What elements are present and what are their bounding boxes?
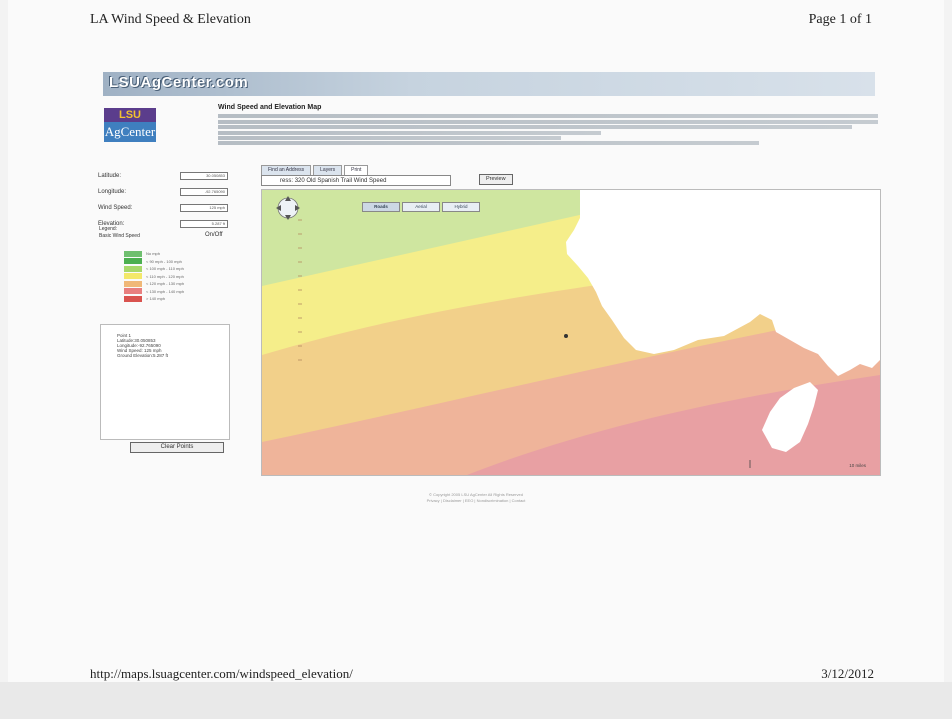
- longitude-label: Longitude:: [98, 189, 127, 195]
- nav-link[interactable]: [801, 79, 803, 85]
- latitude-label: Latitude:: [98, 173, 122, 179]
- intro-title: Wind Speed and Elevation Map: [218, 104, 322, 111]
- legend-toggle[interactable]: On/Off: [205, 232, 223, 238]
- site-banner: LSUAgCenter.com: [103, 72, 875, 96]
- legend-item: < 100 mph - 110 mph: [124, 265, 184, 273]
- point-info-line: Ground Elevation:5.287 ft: [117, 353, 169, 358]
- legend-label: > 140 mph: [146, 296, 166, 302]
- legend-item: < 110 mph - 120 mph: [124, 273, 184, 281]
- nav-link[interactable]: [832, 79, 834, 85]
- address-prefix: ress:: [280, 178, 294, 184]
- longitude-field[interactable]: -92.765090: [180, 188, 228, 196]
- legend-swatch: [124, 273, 142, 280]
- legend-label: < 130 mph - 140 mph: [146, 288, 185, 294]
- footer-links[interactable]: Privacy | Disclaimer | EEO | Nondiscrimi…: [0, 498, 952, 503]
- nav-link[interactable]: [848, 79, 850, 85]
- agcenter-logo-bottom: AgCenter: [104, 122, 156, 142]
- legend-label: < 90 mph - 100 mph: [146, 258, 182, 264]
- legend-item: < 90 mph - 100 mph: [124, 258, 184, 266]
- latitude-row: Latitude: 30.050853: [98, 168, 228, 184]
- legend-list: No mph < 90 mph - 100 mph < 100 mph - 110 …: [124, 250, 184, 303]
- nav-link[interactable]: [863, 79, 865, 85]
- map-type-hybrid[interactable]: Hybrid: [442, 202, 480, 212]
- legend-swatch: [124, 295, 142, 302]
- site-logo[interactable]: LSUAgCenter.com: [109, 74, 248, 91]
- legend-swatch: [124, 288, 142, 295]
- legend-title: Legend: Basic Wind Speed: [99, 226, 140, 240]
- address-value: 320 Old Spanish Trail Wind Speed: [294, 178, 387, 184]
- agcenter-logo-top: LSU: [104, 108, 156, 122]
- location-form: Latitude: 30.050853 Longitude: -92.76509…: [98, 168, 228, 232]
- map-type-roads[interactable]: Roads: [362, 202, 400, 212]
- legend-item: No mph: [124, 250, 184, 258]
- print-footer-url: http://maps.lsuagcenter.com/windspeed_el…: [90, 666, 353, 681]
- address-field[interactable]: ress: 320 Old Spanish Trail Wind Speed: [261, 175, 451, 186]
- map-type-buttons: Roads Aerial Hybrid: [362, 202, 480, 212]
- preview-button[interactable]: Preview: [479, 174, 513, 185]
- legend-title-line: Legend:: [99, 226, 118, 232]
- latitude-field[interactable]: 30.050853: [180, 172, 228, 180]
- site-nav: [801, 79, 865, 85]
- longitude-row: Longitude: -92.765090: [98, 184, 228, 200]
- legend-item: > 140 mph: [124, 295, 184, 303]
- legend-subtitle: Basic Wind Speed: [99, 233, 140, 239]
- nav-link[interactable]: [816, 79, 818, 85]
- print-footer-date: 3/12/2012: [821, 666, 874, 681]
- wind-zone-map[interactable]: Roads Aerial Hybrid 10 miles: [261, 189, 881, 476]
- location-marker[interactable]: [564, 334, 568, 338]
- scale-label: 10 miles: [849, 463, 866, 468]
- copyright-line: © Copyright 2005 LSU AgCenter All Rights…: [429, 492, 523, 497]
- wind-speed-field[interactable]: 125 mph: [180, 204, 228, 212]
- map-type-aerial[interactable]: Aerial: [402, 202, 440, 212]
- wind-speed-row: Wind Speed: 125 mph: [98, 200, 228, 216]
- agcenter-logo: LSU AgCenter: [104, 108, 156, 142]
- legend-label: < 100 mph - 110 mph: [146, 266, 184, 272]
- legend-label: No mph: [146, 251, 161, 257]
- legend-item: < 130 mph - 140 mph: [124, 288, 184, 296]
- print-header-title: LA Wind Speed & Elevation: [90, 12, 251, 27]
- clear-points-button[interactable]: Clear Points: [130, 442, 224, 453]
- legend-label: < 110 mph - 120 mph: [146, 273, 184, 279]
- scan-margin: [0, 682, 952, 719]
- legend-swatch: [124, 265, 142, 272]
- intro-text-illegible: [218, 113, 878, 147]
- map-panel: Find an Address Layers Print ress: 320 O…: [261, 165, 881, 476]
- legend-label: < 120 mph - 130 mph: [146, 281, 185, 287]
- legend-swatch: [124, 280, 142, 287]
- print-page-number: Page 1 of 1: [808, 12, 872, 27]
- map-canvas: [262, 190, 880, 475]
- legend-swatch: [124, 250, 142, 257]
- legend-item: < 120 mph - 130 mph: [124, 280, 184, 288]
- wind-speed-label: Wind Speed:: [98, 205, 133, 211]
- legend-swatch: [124, 258, 142, 265]
- elevation-field[interactable]: 5.287 ft: [180, 220, 228, 228]
- point-info-box: Point 1 Latitude:30.050853 Longitude:-92…: [100, 324, 230, 440]
